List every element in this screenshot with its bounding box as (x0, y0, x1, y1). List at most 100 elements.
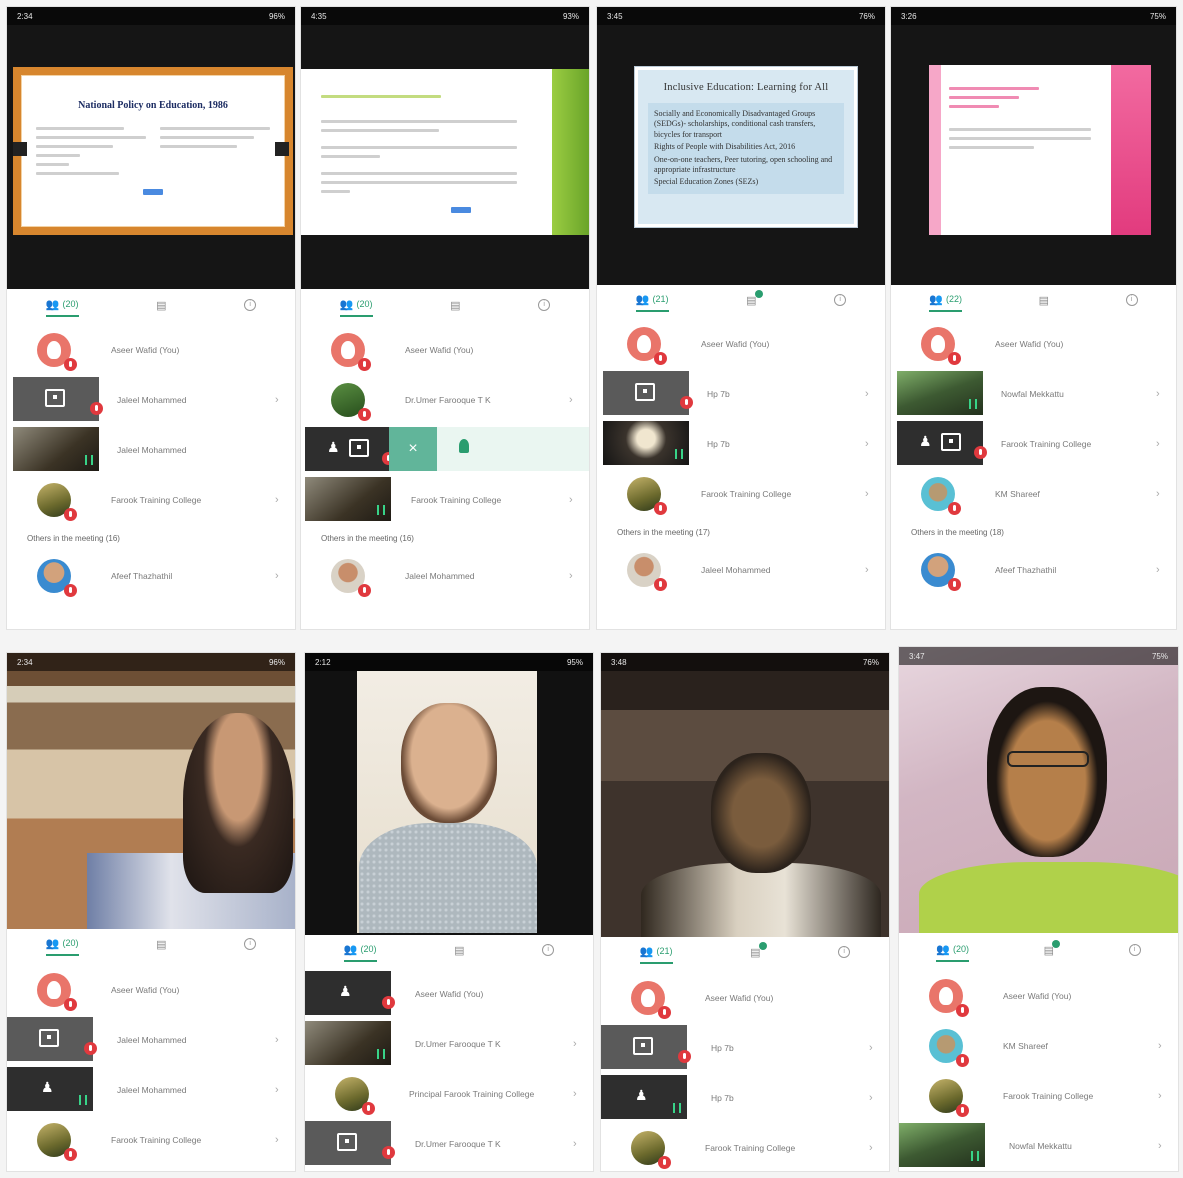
video-tile[interactable] (305, 1121, 395, 1165)
tab-info[interactable]: i (1125, 294, 1138, 310)
participant-row[interactable]: ♟ Hp 7b › (601, 1073, 889, 1123)
participant-video[interactable] (7, 653, 295, 929)
tab-chat[interactable]: ▤ (1039, 294, 1049, 311)
tab-people[interactable]: 👥 (22) (929, 293, 963, 312)
video-tile[interactable] (603, 421, 689, 465)
speaking-icon (377, 1049, 385, 1059)
participant-name: Hp 7b (707, 389, 730, 399)
tab-info[interactable]: i (838, 946, 851, 962)
slide-nav-button[interactable] (451, 207, 471, 213)
participant-list: Aseer Wafid (You) Dr.Umer Farooque T K › … (301, 325, 589, 601)
video-tile[interactable] (897, 371, 983, 415)
video-tile[interactable] (899, 1123, 985, 1167)
avatar (921, 553, 961, 591)
tab-info[interactable]: i (244, 299, 257, 315)
tab-people[interactable]: 👥 (21) (635, 293, 669, 312)
participant-name: Aseer Wafid (You) (1003, 991, 1072, 1001)
avatar (331, 559, 371, 597)
participant-row[interactable]: Aseer Wafid (You) (7, 325, 295, 375)
video-tile[interactable] (305, 1021, 391, 1065)
participant-row[interactable]: Principal Farook Training College › (305, 1069, 593, 1119)
participant-row[interactable]: Dr.Umer Farooque T K › (305, 1119, 593, 1169)
pin-icon[interactable] (459, 439, 469, 453)
participant-row[interactable]: Jaleel Mohammed › (597, 545, 885, 595)
slide-nav-button[interactable] (143, 189, 163, 195)
participant-row[interactable]: Farook Training College › (7, 1115, 295, 1165)
video-tile[interactable]: ♟ (897, 421, 987, 465)
tab-people[interactable]: 👥 (20) (936, 943, 970, 962)
participant-row[interactable]: KM Shareef › (891, 469, 1176, 519)
participant-list: Aseer Wafid (You) Hp 7b › Hp 7b › Farook T… (597, 319, 885, 595)
participant-row[interactable]: Farook Training College › (7, 475, 295, 525)
video-tile[interactable] (601, 1025, 691, 1069)
tab-people[interactable]: 👥 (20) (343, 943, 377, 962)
participant-row[interactable]: Hp 7b › (597, 419, 885, 469)
video-tile[interactable]: ♟ (305, 971, 395, 1015)
participant-row[interactable]: Jaleel Mohammed › (7, 375, 295, 425)
participant-row[interactable]: Farook Training College › (301, 475, 589, 525)
tab-info[interactable]: i (244, 938, 257, 954)
tab-people[interactable]: 👥 (20) (45, 298, 79, 317)
participant-row[interactable]: Dr.Umer Farooque T K › (301, 375, 589, 425)
close-icon[interactable]: × (389, 427, 437, 471)
video-tile[interactable] (7, 1017, 97, 1061)
video-tile[interactable] (305, 477, 391, 521)
participant-row[interactable]: Hp 7b › (601, 1023, 889, 1073)
tab-chat[interactable]: ▤ (746, 289, 763, 311)
tab-people[interactable]: 👥 (21) (639, 945, 673, 964)
tab-chat[interactable]: ▤ (156, 938, 166, 955)
tab-chat[interactable]: ▤ (1044, 939, 1061, 961)
video-tile[interactable] (13, 377, 103, 421)
participant-row[interactable]: Farook Training College › (597, 469, 885, 519)
participant-row[interactable]: Jaleel Mohammed › (7, 1015, 295, 1065)
tab-info[interactable]: i (542, 944, 555, 960)
tab-chat[interactable]: ▤ (450, 299, 460, 316)
participant-row-actions[interactable]: ♟ × (301, 425, 589, 475)
participant-row[interactable]: Hp 7b › (597, 369, 885, 419)
participant-row[interactable]: Jaleel Mohammed › (301, 551, 589, 601)
participant-row[interactable]: Dr.Umer Farooque T K › (305, 1019, 593, 1069)
stage-side-tab[interactable] (13, 142, 27, 156)
stage-side-tab[interactable] (275, 142, 289, 156)
panel-tabs: 👥 (20) ▤ i (7, 292, 295, 322)
participant-row[interactable]: KM Shareef › (899, 1021, 1178, 1071)
participant-row[interactable]: Nowfal Mekkattu › (891, 369, 1176, 419)
participant-row[interactable]: Afeef Thazhathil › (7, 551, 295, 601)
participant-row[interactable]: ♟ Jaleel Mohammed › (7, 1065, 295, 1115)
speaking-icon (673, 1103, 681, 1113)
participant-video[interactable] (305, 653, 593, 935)
mic-off-icon (382, 1146, 395, 1159)
participant-row[interactable]: Aseer Wafid (You) (899, 971, 1178, 1021)
tab-chat[interactable]: ▤ (454, 944, 464, 961)
participant-name: Farook Training College (705, 1143, 796, 1153)
tab-info[interactable]: i (1128, 944, 1141, 960)
participant-row[interactable]: Aseer Wafid (You) (601, 973, 889, 1023)
tab-info[interactable]: i (538, 299, 551, 315)
tab-chat[interactable]: ▤ (750, 941, 767, 963)
participant-row[interactable]: Aseer Wafid (You) (301, 325, 589, 375)
status-bar: 3:48 76% (601, 653, 889, 671)
tab-chat[interactable]: ▤ (156, 299, 166, 316)
participant-row[interactable]: Jaleel Mohammed (7, 425, 295, 475)
participant-name: Jaleel Mohammed (701, 565, 771, 575)
video-tile[interactable]: ♟ (7, 1067, 93, 1111)
participant-row[interactable]: ♟ Farook Training College › (891, 419, 1176, 469)
participant-video[interactable] (899, 647, 1178, 933)
participant-row[interactable]: Aseer Wafid (You) (7, 965, 295, 1015)
tab-info[interactable]: i (834, 294, 847, 310)
participant-row[interactable]: Farook Training College › (601, 1123, 889, 1171)
tab-people[interactable]: 👥 (20) (339, 298, 373, 317)
participant-row[interactable]: Nowfal Mekkattu › (899, 1121, 1178, 1171)
participant-row[interactable]: ♟ Aseer Wafid (You) (305, 969, 593, 1019)
participant-row[interactable]: Aseer Wafid (You) (891, 319, 1176, 369)
participant-row[interactable]: Farook Training College › (899, 1071, 1178, 1121)
participant-video[interactable] (601, 653, 889, 937)
participant-row[interactable]: Afeef Thazhathil › (891, 545, 1176, 595)
participant-row[interactable]: Aseer Wafid (You) (597, 319, 885, 369)
tab-people[interactable]: 👥 (20) (45, 937, 79, 956)
video-tile[interactable] (13, 427, 99, 471)
screenshot-1: National Policy on Education, 1986 2:34 9… (6, 6, 296, 630)
video-tile[interactable]: ♟ (601, 1075, 687, 1119)
video-tile[interactable] (603, 371, 693, 415)
video-tile[interactable]: ♟ (305, 427, 395, 471)
